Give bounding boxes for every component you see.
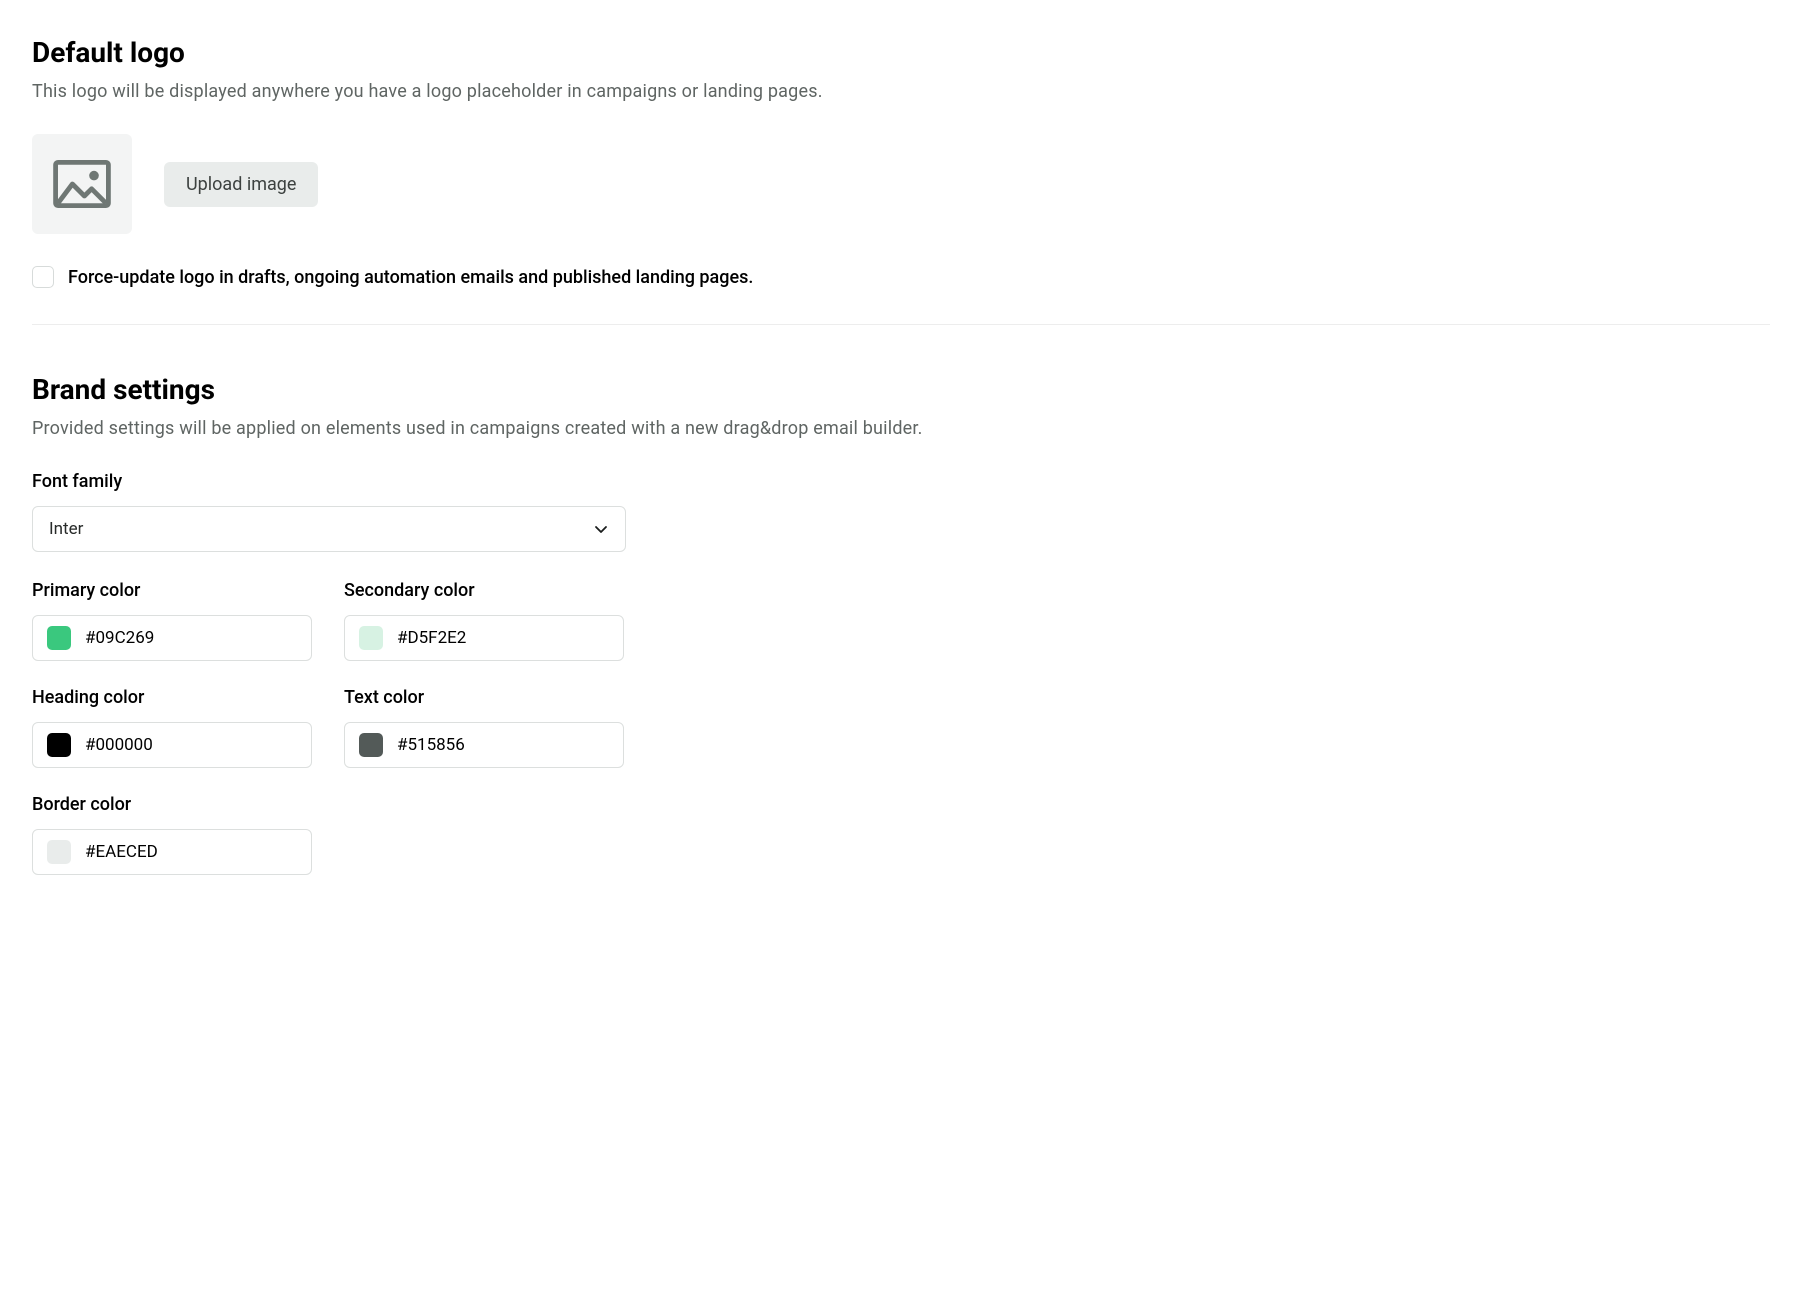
- default-logo-section: Default logo This logo will be displayed…: [32, 36, 1770, 325]
- default-logo-description: This logo will be displayed anywhere you…: [32, 81, 1770, 102]
- force-update-row: Force-update logo in drafts, ongoing aut…: [32, 266, 1770, 288]
- color-grid: Primary color #09C269 Secondary color #D…: [32, 580, 1770, 875]
- heading-color-label: Heading color: [32, 687, 312, 708]
- primary-color-swatch: [47, 626, 71, 650]
- font-family-value: Inter: [49, 519, 83, 539]
- primary-color-input[interactable]: #09C269: [32, 615, 312, 661]
- default-logo-title: Default logo: [32, 36, 1770, 69]
- brand-settings-description: Provided settings will be applied on ele…: [32, 418, 1770, 439]
- text-color-label: Text color: [344, 687, 624, 708]
- font-family-label: Font family: [32, 471, 1770, 492]
- border-color-swatch: [47, 840, 71, 864]
- force-update-label: Force-update logo in drafts, ongoing aut…: [68, 267, 753, 288]
- primary-color-label: Primary color: [32, 580, 312, 601]
- text-color-value: #515856: [397, 735, 465, 755]
- image-placeholder-icon: [53, 160, 111, 208]
- text-color-input[interactable]: #515856: [344, 722, 624, 768]
- border-color-field: Border color #EAECED: [32, 794, 312, 875]
- section-divider: [32, 324, 1770, 325]
- force-update-checkbox[interactable]: [32, 266, 54, 288]
- secondary-color-input[interactable]: #D5F2E2: [344, 615, 624, 661]
- heading-color-value: #000000: [85, 735, 153, 755]
- primary-color-field: Primary color #09C269: [32, 580, 312, 661]
- border-color-input[interactable]: #EAECED: [32, 829, 312, 875]
- brand-settings-section: Brand settings Provided settings will be…: [32, 373, 1770, 875]
- text-color-swatch: [359, 733, 383, 757]
- secondary-color-value: #D5F2E2: [397, 628, 466, 648]
- border-color-label: Border color: [32, 794, 312, 815]
- border-color-value: #EAECED: [85, 842, 158, 862]
- heading-color-swatch: [47, 733, 71, 757]
- brand-settings-title: Brand settings: [32, 373, 1770, 406]
- upload-image-button[interactable]: Upload image: [164, 162, 318, 207]
- secondary-color-field: Secondary color #D5F2E2: [344, 580, 624, 661]
- secondary-color-label: Secondary color: [344, 580, 624, 601]
- heading-color-input[interactable]: #000000: [32, 722, 312, 768]
- font-family-field: Font family Inter: [32, 471, 1770, 552]
- chevron-down-icon: [593, 521, 609, 537]
- logo-row: Upload image: [32, 134, 1770, 234]
- text-color-field: Text color #515856: [344, 687, 624, 768]
- primary-color-value: #09C269: [85, 628, 154, 648]
- secondary-color-swatch: [359, 626, 383, 650]
- font-family-select[interactable]: Inter: [32, 506, 626, 552]
- logo-preview[interactable]: [32, 134, 132, 234]
- heading-color-field: Heading color #000000: [32, 687, 312, 768]
